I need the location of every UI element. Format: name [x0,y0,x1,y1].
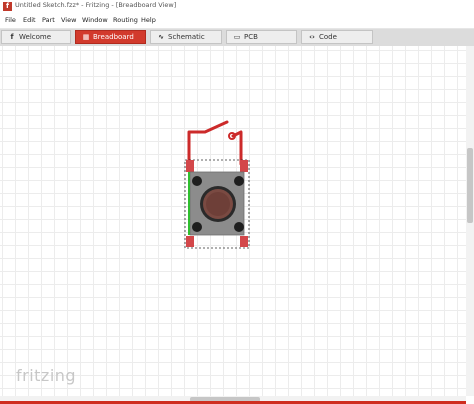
menu-window[interactable]: Window [82,16,108,24]
leg-pin-top-left[interactable] [186,160,194,172]
vertical-scroll-thumb[interactable] [467,148,473,223]
leg-pin-bottom-right[interactable] [240,236,248,247]
tab-code-label: Code [319,33,337,41]
tab-schematic[interactable]: ∿ Schematic [150,30,222,44]
menu-part[interactable]: Part [42,16,55,24]
menu-routing[interactable]: Routing [113,16,138,24]
switch-wire[interactable] [187,120,243,166]
leg-pin-top-right[interactable] [240,160,248,172]
window-title: Untitled Sketch.fzz* - Fritzing - [Bread… [15,1,177,9]
pcb-icon: ▭ [233,33,241,41]
menu-bar: File Edit Part View Window Routing Help [0,14,474,29]
tab-breadboard[interactable]: ▦ Breadboard [75,30,146,44]
tab-welcome[interactable]: f Welcome [1,30,71,44]
leg-pin-bottom-left[interactable] [186,236,194,247]
tab-schematic-label: Schematic [168,33,205,41]
view-tab-bar: f Welcome ▦ Breadboard ∿ Schematic ▭ PCB ‹› C… [0,29,474,46]
connector-highlight [188,172,190,235]
fritzing-app-icon[interactable]: f [3,2,12,11]
corner-pin [192,222,202,232]
title-bar: f Untitled Sketch.fzz* - Fritzing - [Bre… [0,0,474,14]
fritzing-logo: fritzing [16,366,77,385]
menu-view[interactable]: View [61,16,76,24]
schematic-icon: ∿ [158,33,164,41]
tab-code[interactable]: ‹› Code [301,30,373,44]
corner-pin [192,176,202,186]
tab-welcome-label: Welcome [19,33,52,41]
corner-pin [234,176,244,186]
breadboard-icon: ▦ [82,33,90,41]
tab-breadboard-label: Breadboard [93,33,134,41]
menu-help[interactable]: Help [141,16,156,24]
corner-pin [234,222,244,232]
tab-pcb-label: PCB [244,33,258,41]
tab-pcb[interactable]: ▭ PCB [226,30,297,44]
pushbutton-part[interactable] [181,120,253,252]
button-cap-center [206,192,230,216]
menu-edit[interactable]: Edit [23,16,36,24]
menu-file[interactable]: File [5,16,16,24]
code-icon: ‹› [309,33,315,41]
fritzing-f-icon: f [10,33,14,41]
